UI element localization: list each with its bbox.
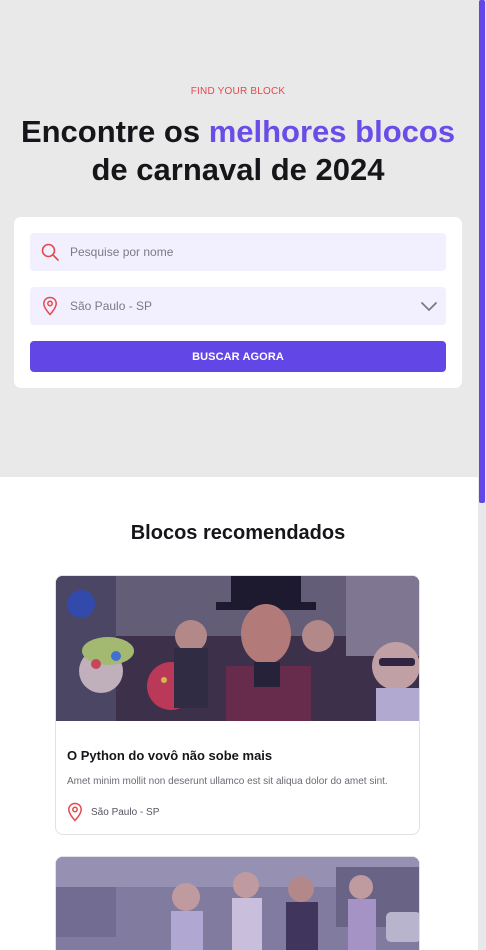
location-value: São Paulo - SP: [70, 299, 153, 313]
search-card: Pesquise por nome São Paulo - SP BUSCAR …: [14, 217, 462, 388]
card-location: São Paulo - SP: [67, 802, 159, 822]
chevron-down-icon[interactable]: [420, 297, 438, 315]
map-pin-icon: [68, 802, 82, 822]
scrollbar-thumb[interactable]: [479, 0, 485, 503]
recommended-title: Blocos recomendados: [130, 522, 346, 544]
recommended-card-2[interactable]: [55, 856, 420, 950]
card-description: Amet minim mollit non deserunt ullamco e…: [67, 776, 388, 787]
recommended-card[interactable]: O Python do vovô não sobe mais Amet mini…: [55, 575, 420, 835]
search-button[interactable]: BUSCAR AGORA: [30, 341, 446, 372]
search-icon: [40, 242, 60, 262]
card-image: [56, 576, 419, 721]
headline-text-2: de carnaval de 2024: [91, 152, 385, 187]
card-location-label: São Paulo - SP: [91, 806, 160, 818]
scrollbar[interactable]: [478, 0, 486, 950]
location-select[interactable]: São Paulo - SP: [30, 287, 446, 325]
card-title: O Python do vovô não sobe mais: [67, 748, 273, 763]
eyebrow-label: FIND YOUR BLOCK: [190, 86, 286, 97]
headline-text: Encontre os: [20, 114, 209, 149]
headline-accent: melhores blocos: [208, 114, 456, 149]
card-image-2: [56, 857, 419, 950]
hero-section: FIND YOUR BLOCK Encontre os melhores blo…: [0, 0, 486, 477]
search-name-input[interactable]: Pesquise por nome: [30, 233, 446, 271]
search-name-placeholder: Pesquise por nome: [70, 245, 174, 259]
page-title: Encontre os melhores blocos de carnaval …: [0, 113, 476, 189]
map-pin-icon: [40, 296, 60, 316]
